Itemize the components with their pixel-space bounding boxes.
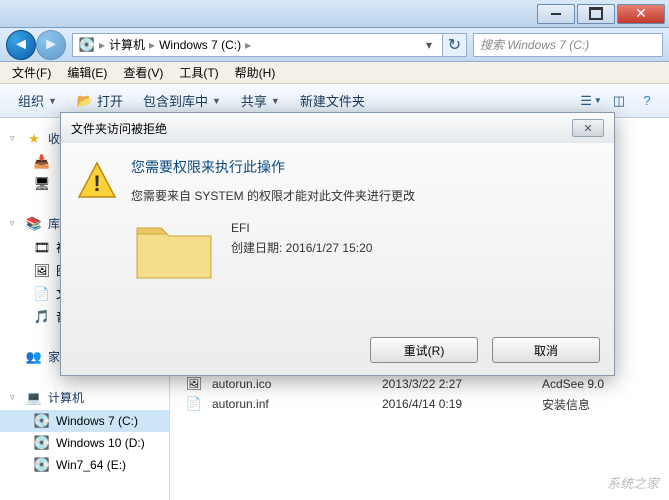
drive-icon: 💽: [79, 37, 95, 53]
sidebar-drive-e[interactable]: 💽Win7_64 (E:): [0, 454, 169, 476]
library-icon: 📚: [26, 216, 42, 232]
open-button[interactable]: 📂打开: [67, 87, 133, 114]
file-icon: 🖼: [186, 376, 202, 392]
breadcrumb-sep-icon: ▸: [99, 38, 105, 52]
back-button[interactable]: ◄: [6, 30, 36, 60]
folder-open-icon: 📂: [77, 93, 93, 109]
cancel-button[interactable]: 取消: [492, 337, 600, 363]
watermark: 系统之家: [607, 473, 659, 492]
file-name: autorun.inf: [212, 397, 372, 411]
chevron-down-icon: ▼: [48, 96, 57, 106]
organize-button[interactable]: 组织▼: [8, 87, 67, 114]
close-button[interactable]: [617, 4, 665, 24]
homegroup-icon: 👥: [26, 349, 42, 365]
desktop-icon: 🖥: [34, 176, 50, 192]
breadcrumb-root[interactable]: 计算机: [109, 36, 145, 53]
folder-icon: [131, 214, 217, 286]
share-button[interactable]: 共享▼: [231, 87, 290, 114]
file-type: 安装信息: [542, 396, 653, 413]
navigation-bar: ◄ ► 💽 ▸ 计算机 ▸ Windows 7 (C:) ▸ ▾ ↻ 搜索 Wi…: [0, 28, 669, 62]
drive-icon: 💽: [34, 413, 50, 429]
dialog-titlebar: 文件夹访问被拒绝: [61, 113, 614, 143]
file-date: 2013/3/22 2:27: [382, 377, 532, 391]
sidebar-drive-c[interactable]: 💽Windows 7 (C:): [0, 410, 169, 432]
dialog-close-button[interactable]: [572, 119, 604, 137]
include-button[interactable]: 包含到库中▼: [133, 87, 231, 114]
menu-edit[interactable]: 编辑(E): [59, 62, 115, 83]
file-icon: 📄: [186, 396, 202, 412]
chevron-down-icon: ▼: [212, 96, 221, 106]
file-row[interactable]: 🖼 autorun.ico 2013/3/22 2:27 AcdSee 9.0: [176, 374, 663, 394]
minimize-button[interactable]: [537, 4, 575, 24]
breadcrumb-path[interactable]: Windows 7 (C:): [159, 38, 241, 52]
maximize-button[interactable]: [577, 4, 615, 24]
warning-icon: !: [77, 161, 117, 199]
menu-help[interactable]: 帮助(H): [227, 62, 284, 83]
menu-view[interactable]: 查看(V): [115, 62, 171, 83]
dialog-main-message: 您需要权限来执行此操作: [131, 157, 415, 177]
drive-icon: 💽: [34, 457, 50, 473]
computer-group[interactable]: ▿💻计算机: [0, 383, 169, 410]
address-dropdown-icon[interactable]: ▾: [422, 38, 436, 52]
dialog-folder-name: EFI: [231, 218, 372, 238]
search-input[interactable]: 搜索 Windows 7 (C:): [473, 33, 663, 57]
breadcrumb-sep-icon: ▸: [149, 38, 155, 52]
forward-button[interactable]: ►: [36, 30, 66, 60]
file-name: autorun.ico: [212, 377, 372, 391]
star-icon: ★: [26, 131, 42, 147]
breadcrumb-sep-icon: ▸: [245, 38, 251, 52]
dialog-sub-message: 您需要来自 SYSTEM 的权限才能对此文件夹进行更改: [131, 187, 415, 204]
svg-text:!: !: [93, 171, 100, 196]
access-denied-dialog: 文件夹访问被拒绝 ! 您需要权限来执行此操作 您需要来自 SYSTEM 的权限才…: [60, 112, 615, 376]
refresh-button[interactable]: ↻: [443, 33, 467, 57]
sidebar-drive-d[interactable]: 💽Windows 10 (D:): [0, 432, 169, 454]
menu-file[interactable]: 文件(F): [4, 62, 59, 83]
menu-bar: 文件(F) 编辑(E) 查看(V) 工具(T) 帮助(H): [0, 62, 669, 84]
menu-tools[interactable]: 工具(T): [171, 62, 226, 83]
preview-pane-button[interactable]: ◫: [605, 89, 633, 113]
file-date: 2016/4/14 0:19: [382, 397, 532, 411]
file-row[interactable]: 📄 autorun.inf 2016/4/14 0:19 安装信息: [176, 394, 663, 414]
window-titlebar: [0, 0, 669, 28]
file-type: AcdSee 9.0: [542, 377, 653, 391]
newfolder-button[interactable]: 新建文件夹: [290, 87, 375, 114]
picture-icon: 🖼: [34, 263, 50, 279]
computer-icon: 💻: [26, 390, 42, 406]
dialog-created-date: 创建日期: 2016/1/27 15:20: [231, 238, 372, 258]
address-bar[interactable]: 💽 ▸ 计算机 ▸ Windows 7 (C:) ▸ ▾: [72, 33, 443, 57]
view-options-button[interactable]: ☰ ▼: [577, 89, 605, 113]
dialog-title: 文件夹访问被拒绝: [71, 120, 167, 137]
chevron-down-icon: ▼: [271, 96, 280, 106]
retry-button[interactable]: 重试(R): [370, 337, 478, 363]
document-icon: 📄: [34, 286, 50, 302]
download-icon: 📥: [34, 154, 50, 170]
music-icon: 🎵: [34, 309, 50, 325]
help-button[interactable]: ?: [633, 89, 661, 113]
video-icon: 🎞: [34, 240, 50, 256]
drive-icon: 💽: [34, 435, 50, 451]
search-placeholder: 搜索 Windows 7 (C:): [480, 36, 589, 53]
